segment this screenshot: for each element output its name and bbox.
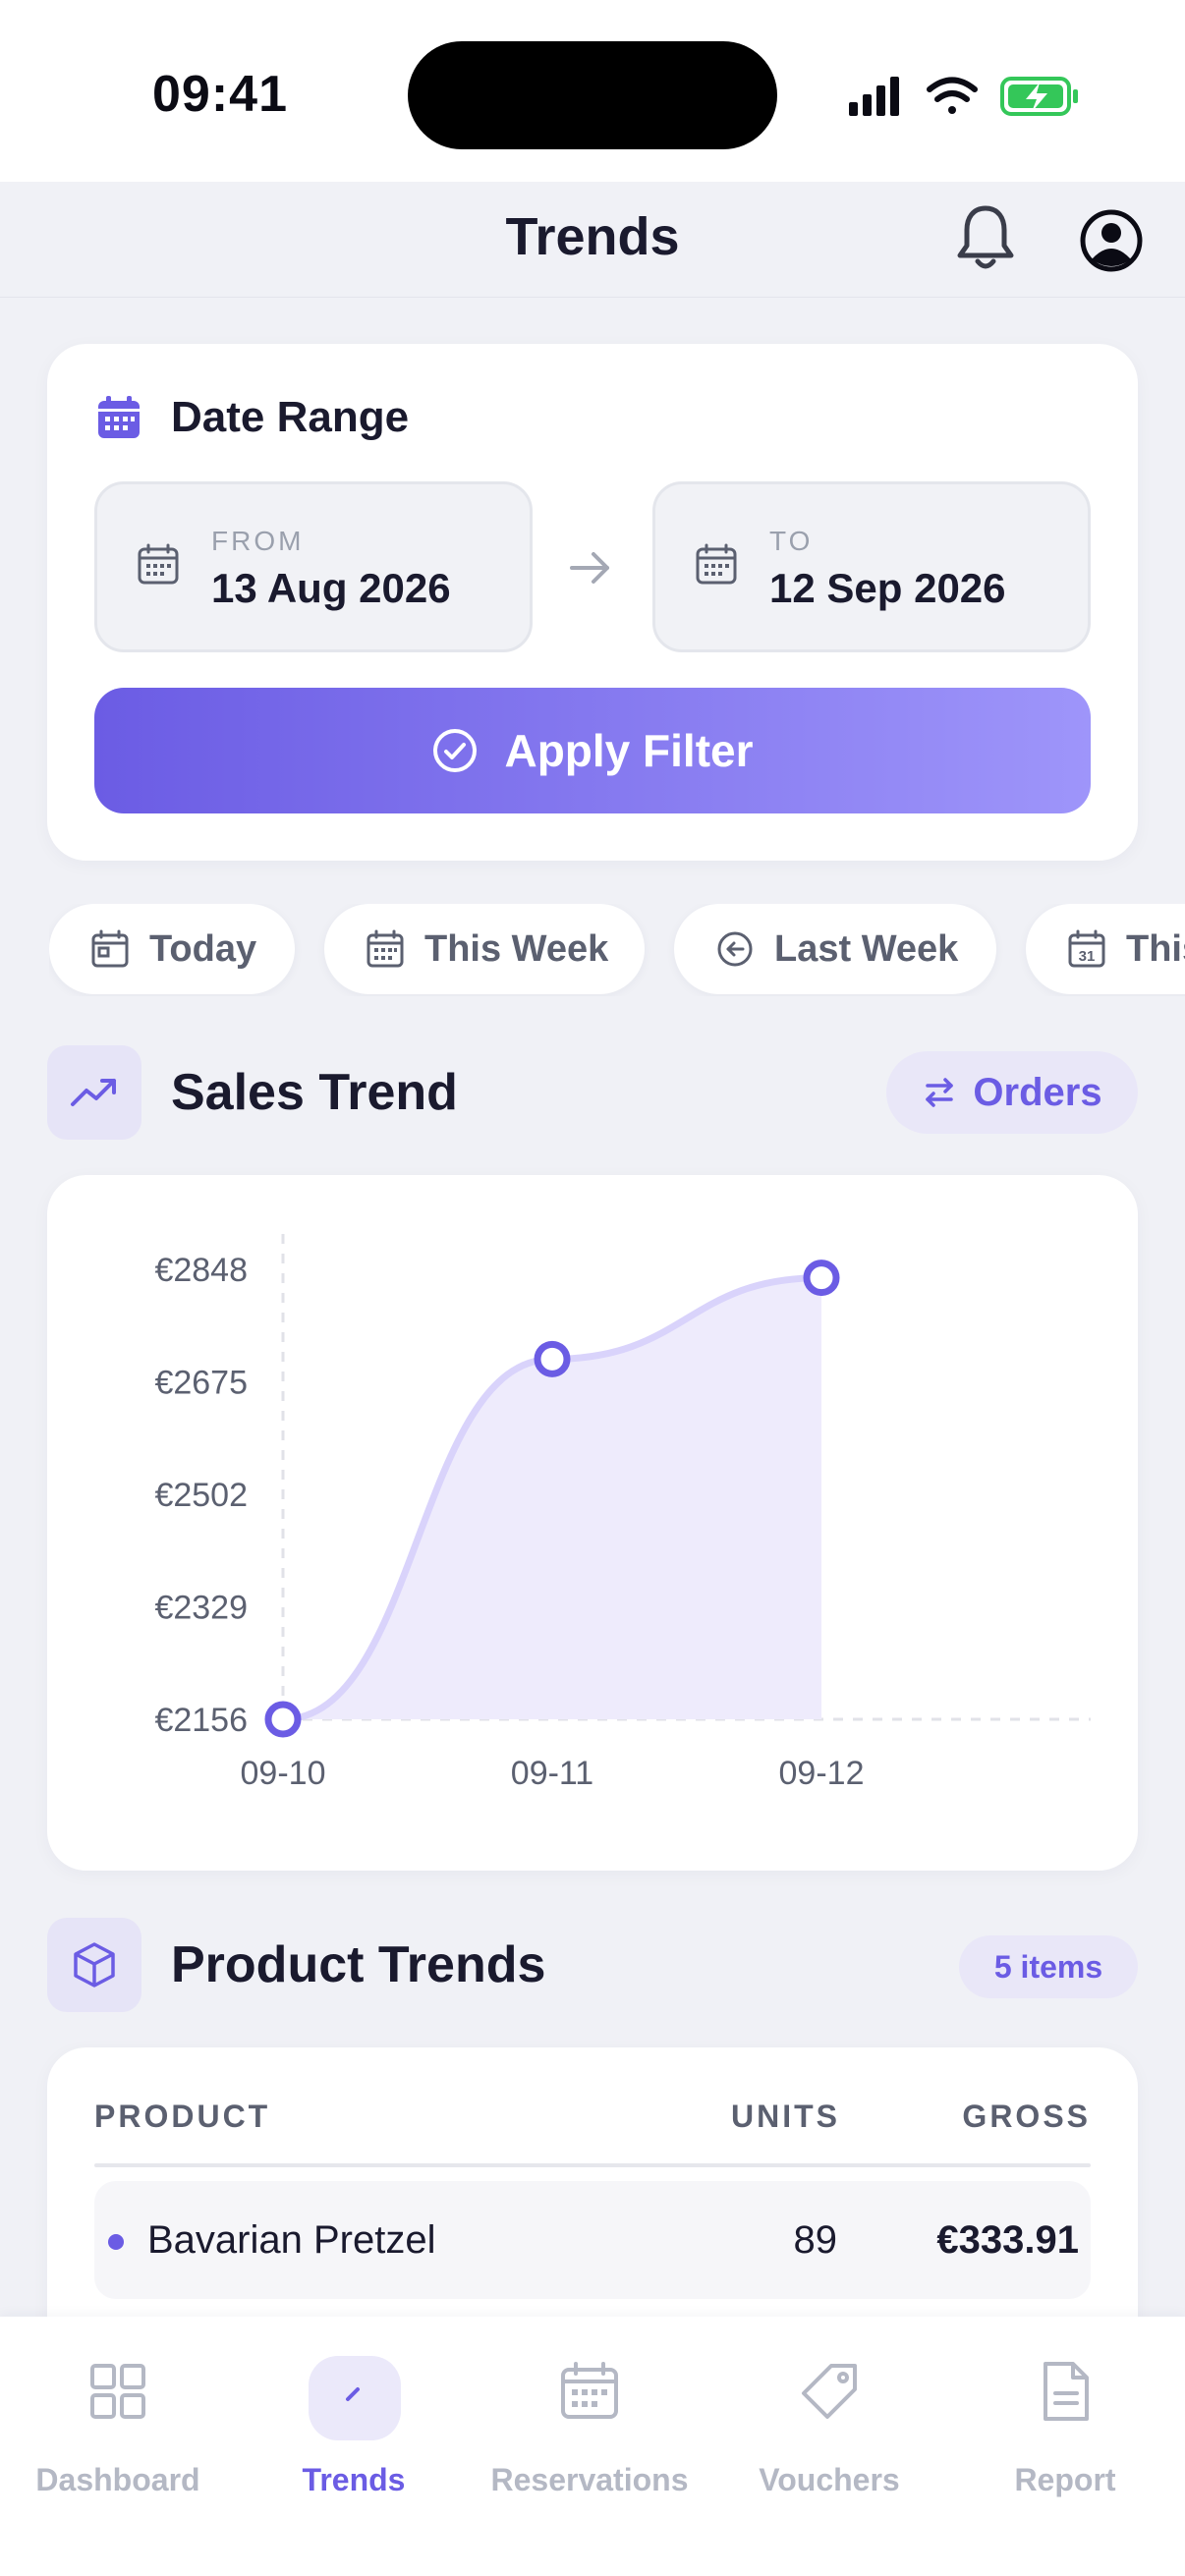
nav-reservations[interactable]: Reservations [472,2317,707,2576]
calendar-31-icon: 31 [1068,929,1105,968]
calendar-icon [558,2360,621,2423]
user-circle-icon[interactable] [1079,208,1144,273]
calendar-day-icon [91,929,129,968]
apply-filter-label: Apply Filter [504,725,754,776]
table-header-divider [94,2163,1091,2167]
product-trends-title: Product Trends [171,1936,546,1993]
calendar-grid-icon [367,929,404,968]
svg-text:31: 31 [1079,948,1096,965]
product-units: 89 [793,2218,838,2262]
nav-label: Report [1014,2462,1116,2497]
nav-label: Dashboard [35,2462,200,2497]
battery-icon [1000,77,1078,116]
trending-up-icon [47,1045,141,1140]
tag-icon [798,2360,861,2423]
y-tick-label: €2156 [154,1702,248,1739]
chip-label: Last Week [774,927,959,970]
data-point [534,1340,571,1377]
column-header-gross: GROSS [962,2099,1091,2134]
bottom-nav: Dashboard Trends Reservations Vouchers R… [0,2317,1185,2576]
chip-label: This Week [424,927,609,970]
column-header-units: UNITS [731,2099,840,2134]
chip-label: Today [149,927,257,970]
from-date-field[interactable]: FROM 13 Aug 2026 [94,481,533,652]
bell-icon[interactable] [955,202,1016,273]
arrow-left-circle-icon [717,931,753,967]
chip-this-month[interactable]: 31 This Month [1026,904,1185,994]
row-bullet [108,2234,124,2250]
column-header-product: PRODUCT [94,2099,271,2134]
x-tick-label: 09-11 [511,1755,593,1792]
status-icons [847,73,1083,122]
data-point [803,1260,840,1297]
apply-filter-button[interactable]: Apply Filter [94,688,1091,813]
product-gross: €333.91 [936,2218,1079,2262]
nav-dashboard[interactable]: Dashboard [0,2317,236,2576]
calendar-small-icon [137,543,180,587]
signal-icon [849,77,899,116]
table-row[interactable]: Bavarian Pretzel 89 €333.91 [94,2181,1091,2299]
from-label: FROM [211,526,305,556]
swap-icon [926,1078,954,1107]
nav-label: Vouchers [759,2462,900,2497]
document-icon [1034,2360,1097,2423]
chip-label: This Month [1126,927,1185,970]
nav-label: Reservations [490,2462,689,2497]
items-count-badge: 5 items [959,1935,1138,1998]
data-point [264,1701,302,1738]
date-range-title: Date Range [171,393,410,441]
orders-toggle-button[interactable]: Orders [886,1051,1138,1134]
status-bar: 09:41 [0,0,1185,182]
to-date-field[interactable]: TO 12 Sep 2026 [652,481,1091,652]
date-range-card: Date Range FROM 13 Aug 2026 TO 12 Sep 20… [47,344,1138,861]
header-divider [0,297,1185,298]
nav-label: Trends [302,2462,406,2497]
sales-trend-title: Sales Trend [171,1064,458,1121]
chip-today[interactable]: Today [49,904,295,994]
chip-this-week[interactable]: This Week [324,904,645,994]
y-tick-label: €2329 [154,1590,248,1627]
nav-trends[interactable]: Trends [236,2317,472,2576]
nav-vouchers[interactable]: Vouchers [711,2317,947,2576]
box-icon [47,1918,141,2012]
orders-toggle-label: Orders [973,1070,1102,1114]
product-name: Bavarian Pretzel [147,2218,436,2262]
x-tick-label: 09-10 [241,1755,326,1792]
calendar-icon [96,395,141,440]
from-value: 13 Aug 2026 [211,565,451,611]
pen-icon [322,2360,385,2423]
chip-last-week[interactable]: Last Week [674,904,996,994]
sales-chart-card: €2848 €2675 €2502 €2329 €2156 09-10 09-11 09-12 [47,1175,1138,1871]
y-tick-label: €2675 [154,1365,248,1402]
grid-icon [86,2360,149,2423]
y-tick-label: €2502 [154,1477,248,1514]
check-circle-icon [433,729,478,772]
to-value: 12 Sep 2026 [769,565,1006,611]
to-label: TO [769,526,814,556]
nav-report[interactable]: Report [947,2317,1183,2576]
arrow-right-icon [568,546,613,589]
quick-filter-chips: Today This Week Last Week 31 Thi [49,904,1185,996]
y-tick-label: €2848 [154,1252,248,1289]
status-time: 09:41 [152,66,288,123]
calendar-small-icon [695,543,738,587]
sales-chart: €2848 €2675 €2502 €2329 €2156 09-10 09-11 09-12 [154,1234,1091,1792]
dynamic-island [408,41,777,149]
x-tick-label: 09-12 [779,1755,865,1792]
wifi-icon [927,77,978,114]
